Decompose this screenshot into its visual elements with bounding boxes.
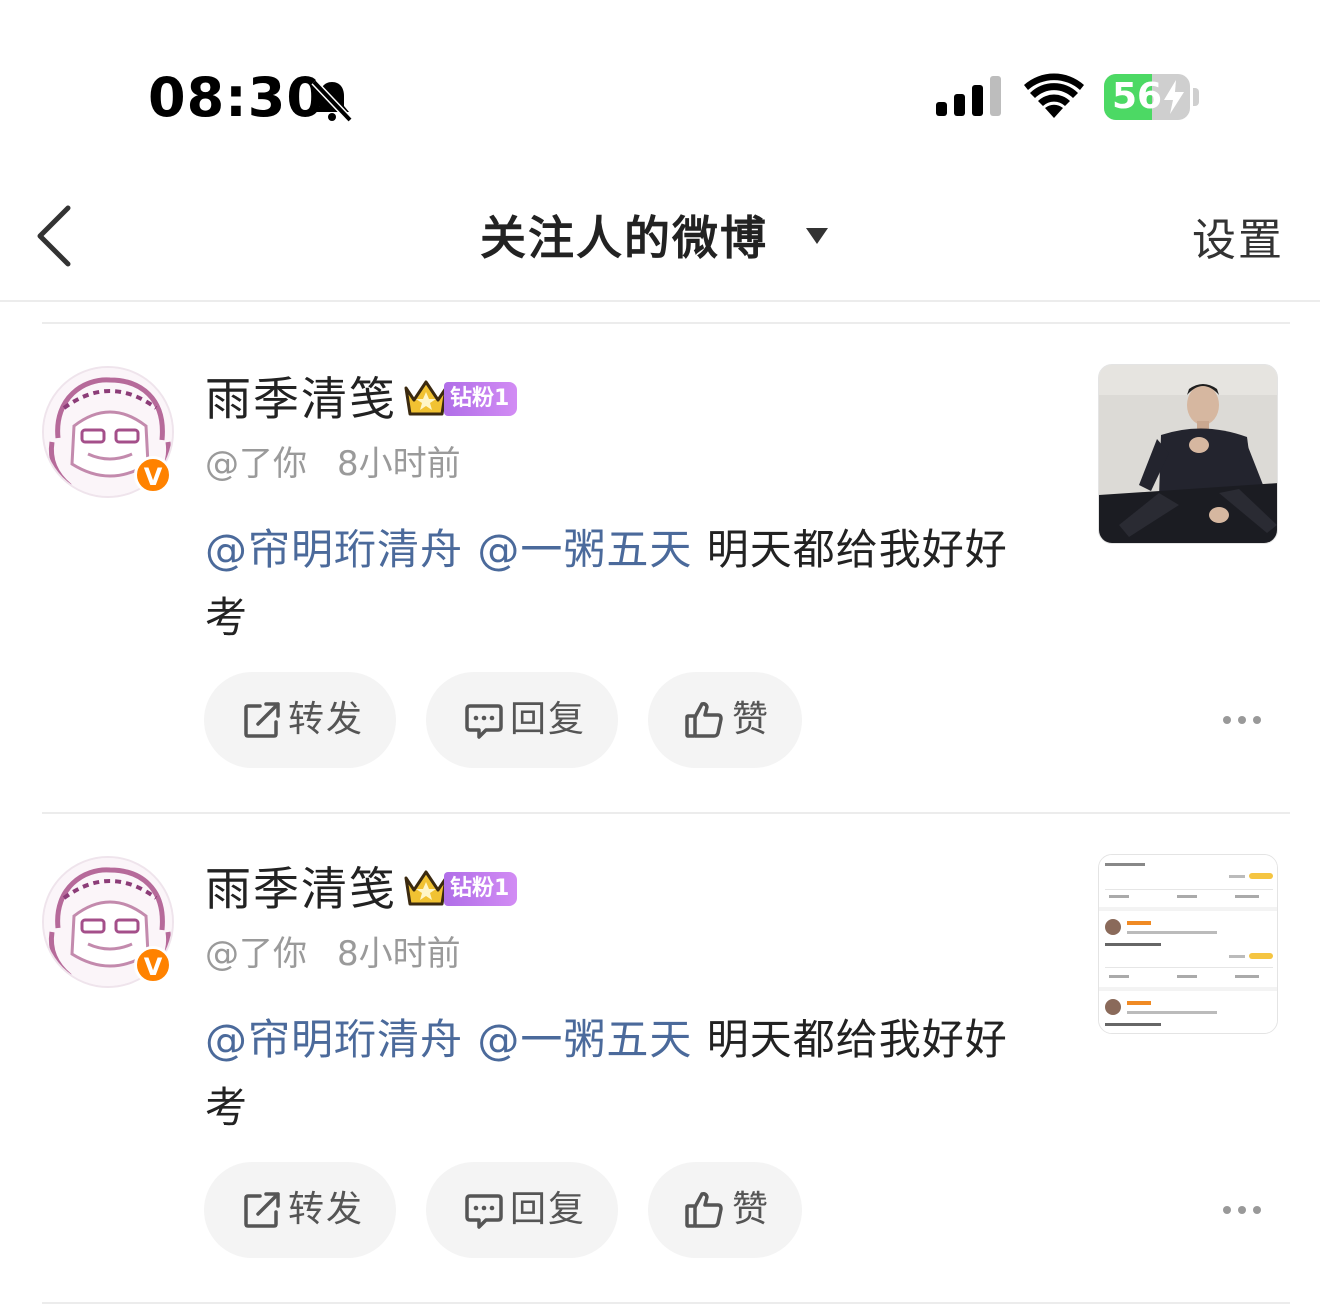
screenshot-thumbnail-image [1099,855,1277,1033]
post-thumbnail[interactable] [1098,854,1278,1034]
divider [42,1302,1290,1304]
mention-link[interactable]: @一粥五天 [477,1015,692,1064]
repost-label: 转发 [288,1189,365,1230]
nav-bar: 关注人的微博 设置 [0,190,1320,302]
bell-muted-icon [311,79,353,123]
thumbs-up-icon [685,1192,723,1228]
reply-button[interactable]: 回复 [426,1162,618,1258]
fan-level-badge: 钻粉1 [444,872,518,906]
post-card[interactable]: V 雨季清笺 钻粉1 @了你 8小时前 @帘明珩清舟 @一粥五天 明天都给我好好考… [0,812,1320,1302]
repost-label: 转发 [288,699,365,740]
caret-down-icon[interactable] [804,226,830,246]
post-content: @帘明珩清舟 @一粥五天 明天都给我好好考 [205,516,1045,652]
back-arrow-icon[interactable] [30,204,80,268]
post-card[interactable]: V 雨季清笺 钻粉1 @了你 8小时前 @帘明珩清舟 @一粥五天 明天都给我好好考… [0,322,1320,812]
username[interactable]: 雨季清笺 [205,858,397,920]
repost-button[interactable]: 转发 [204,672,396,768]
crown-icon [404,870,448,906]
comment-icon [465,1194,503,1229]
mention-link[interactable]: @帘明珩清舟 [205,1015,463,1064]
thumbs-up-icon [685,702,723,738]
more-options-icon[interactable] [1222,714,1262,726]
reply-label: 回复 [510,1189,587,1230]
username[interactable]: 雨季清笺 [205,368,397,430]
comment-icon [465,704,503,739]
like-label: 赞 [732,1189,771,1230]
battery-cap [1193,88,1199,106]
reply-button[interactable]: 回复 [426,672,618,768]
post-meta: @了你 8小时前 [205,440,461,488]
mention-notice: @了你 [205,934,307,974]
wifi-icon [1024,73,1084,118]
fan-level-badge: 钻粉1 [444,382,518,416]
more-options-icon[interactable] [1222,1204,1262,1216]
crown-icon [404,380,448,416]
page-title-dropdown[interactable]: 关注人的微博 [480,208,768,268]
battery-percent: 56 [1112,76,1163,117]
mention-link[interactable]: @一粥五天 [477,525,692,574]
post-meta: @了你 8小时前 [205,930,461,978]
mention-notice: @了你 [205,444,307,484]
settings-link[interactable]: 设置 [1192,212,1284,270]
verified-badge-icon: V [134,456,172,494]
photo-thumbnail-image [1099,365,1277,543]
charging-bolt-icon [1164,80,1184,114]
mention-link[interactable]: @帘明珩清舟 [205,525,463,574]
repost-icon [244,1192,280,1228]
cellular-signal-icon [936,76,1001,116]
post-time: 8小时前 [337,934,461,974]
repost-button[interactable]: 转发 [204,1162,396,1258]
battery-indicator: 56 [1104,74,1190,120]
reply-label: 回复 [510,699,587,740]
like-label: 赞 [732,699,771,740]
like-button[interactable]: 赞 [648,1162,802,1258]
status-time: 08:30 [148,66,325,129]
status-bar: 08:30 56 [0,0,1320,190]
post-time: 8小时前 [337,444,461,484]
post-thumbnail[interactable] [1098,364,1278,544]
like-button[interactable]: 赞 [648,672,802,768]
verified-badge-icon: V [134,946,172,984]
post-content: @帘明珩清舟 @一粥五天 明天都给我好好考 [205,1006,1045,1142]
repost-icon [244,702,280,738]
